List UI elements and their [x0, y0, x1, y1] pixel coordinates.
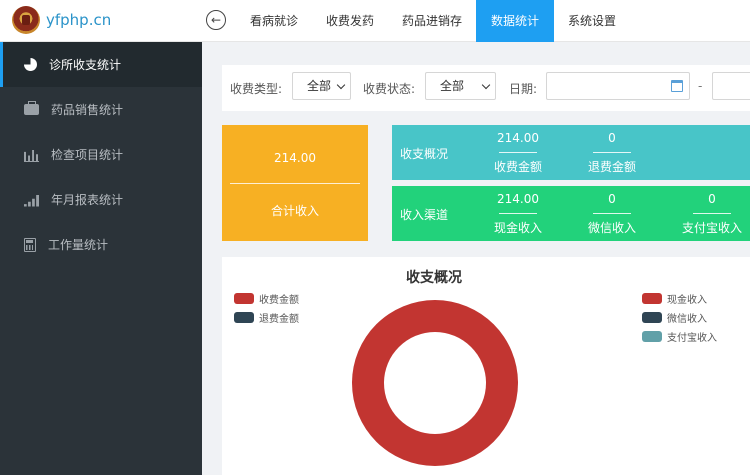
- signal-bars-icon: [24, 193, 39, 207]
- income-channel-row: 收入渠道 214.00 现金收入 0 微信收入 0 支付宝收入: [392, 186, 750, 241]
- sidebar-item-workload[interactable]: 工作量统计: [0, 222, 202, 267]
- filter-bar: 收费类型: 全部 收费状态: 全部 日期: -: [222, 65, 750, 111]
- calculator-icon: [24, 237, 36, 252]
- total-income-label: 合计收入: [270, 204, 319, 218]
- chevron-down-icon: [336, 80, 346, 90]
- divider: [693, 213, 731, 214]
- sidebar-item-label: 年月报表统计: [51, 193, 124, 207]
- clinic-logo-icon: [12, 6, 40, 34]
- fee-status-label: 收费状态:: [363, 82, 416, 96]
- legend-item-wechat[interactable]: 微信收入: [642, 311, 717, 325]
- legend-item-refund[interactable]: 退费金额: [234, 311, 299, 325]
- sidebar-item-exam-items[interactable]: 检查项目统计: [0, 132, 202, 177]
- chart-title: 收支概况: [406, 270, 462, 286]
- cash-income-value: 214.00: [497, 192, 539, 206]
- sidebar-item-label: 诊所收支统计: [49, 58, 122, 72]
- divider: [499, 152, 537, 153]
- legend-label: 微信收入: [667, 313, 707, 325]
- fee-type-select[interactable]: 全部: [292, 72, 351, 100]
- brand-name[interactable]: yfphp.cn: [46, 11, 111, 29]
- calendar-icon[interactable]: [671, 80, 683, 92]
- chevron-down-icon: [481, 80, 491, 90]
- fee-status-value: 全部: [440, 79, 465, 93]
- legend-label: 收费金额: [259, 294, 299, 306]
- chart-legend-right: 现金收入 微信收入 支付宝收入: [642, 292, 717, 349]
- chart-legend-left: 收费金额 退费金额: [234, 292, 299, 330]
- wechat-income-value: 0: [608, 192, 616, 206]
- nav-item-charge-dispense[interactable]: 收费发药: [312, 0, 388, 42]
- sidebar-item-monthly-report[interactable]: 年月报表统计: [0, 177, 202, 222]
- nav-item-system-settings[interactable]: 系统设置: [554, 0, 630, 42]
- legend-swatch: [642, 292, 662, 304]
- income-overview-row: 收支概况 214.00 收费金额 0 退费金额: [392, 125, 750, 180]
- legend-swatch: [642, 330, 662, 342]
- alipay-income-cell: 0 支付宝收入: [667, 186, 750, 241]
- legend-swatch: [642, 311, 662, 323]
- top-nav: 看病就诊 收费发药 药品进销存 数据统计 系统设置: [236, 0, 630, 42]
- total-income-value: 214.00: [274, 151, 316, 165]
- divider: [593, 152, 631, 153]
- alipay-income-value: 0: [708, 192, 716, 206]
- legend-label: 现金收入: [667, 294, 707, 306]
- fee-type-value: 全部: [307, 79, 332, 93]
- legend-label: 支付宝收入: [667, 332, 717, 344]
- nav-item-statistics[interactable]: 数据统计: [476, 0, 555, 42]
- charge-amount-label: 收费金额: [493, 160, 542, 174]
- legend-swatch: [234, 292, 254, 304]
- divider: [499, 213, 537, 214]
- sidebar-item-clinic-income[interactable]: 诊所收支统计: [0, 42, 202, 87]
- end-date-input[interactable]: [712, 72, 750, 100]
- donut-slice-charge-amount[interactable]: [352, 300, 518, 466]
- date-label: 日期:: [509, 82, 538, 96]
- arrow-left-icon: ←: [210, 13, 222, 27]
- bar-chart-icon: [24, 148, 39, 162]
- sidebar-item-label: 工作量统计: [48, 238, 109, 252]
- charge-amount-value: 214.00: [497, 131, 539, 145]
- refund-amount-value: 0: [608, 131, 616, 145]
- refund-amount-cell: 0 退费金额: [567, 125, 657, 180]
- fee-status-select[interactable]: 全部: [425, 72, 496, 100]
- charge-amount-cell: 214.00 收费金额: [473, 125, 563, 180]
- legend-label: 退费金额: [259, 313, 299, 325]
- income-channel-title: 收入渠道: [400, 208, 449, 222]
- cash-income-label: 现金收入: [493, 221, 542, 235]
- divider: [593, 213, 631, 214]
- sidebar: 诊所收支统计 药品销售统计 检查项目统计 年月报表统计 工作量统计: [0, 42, 202, 475]
- sidebar-item-label: 药品销售统计: [51, 103, 124, 117]
- nav-item-consultation[interactable]: 看病就诊: [236, 0, 312, 42]
- nav-item-drug-inventory[interactable]: 药品进销存: [388, 0, 476, 42]
- refund-amount-label: 退费金额: [587, 160, 636, 174]
- alipay-income-label: 支付宝收入: [681, 221, 742, 235]
- legend-swatch: [234, 311, 254, 323]
- top-header: yfphp.cn ← 看病就诊 收费发药 药品进销存 数据统计 系统设置: [0, 0, 750, 42]
- pie-chart-icon: [24, 58, 37, 71]
- cash-income-cell: 214.00 现金收入: [473, 186, 563, 241]
- sidebar-item-label: 检查项目统计: [51, 148, 124, 162]
- legend-item-alipay[interactable]: 支付宝收入: [642, 330, 717, 344]
- sidebar-item-drug-sales[interactable]: 药品销售统计: [0, 87, 202, 132]
- total-income-card: 214.00 合计收入: [222, 125, 368, 241]
- back-button[interactable]: ←: [206, 10, 226, 30]
- briefcase-icon: [24, 101, 39, 115]
- legend-item-cash[interactable]: 现金收入: [642, 292, 717, 306]
- legend-item-charge[interactable]: 收费金额: [234, 292, 299, 306]
- date-separator: -: [698, 79, 703, 93]
- income-overview-title: 收支概况: [400, 147, 449, 161]
- wechat-income-label: 微信收入: [587, 221, 636, 235]
- fee-type-label: 收费类型:: [230, 82, 283, 96]
- start-date-input[interactable]: [546, 72, 690, 100]
- income-chart-panel: 收支概况 收费金额 退费金额 现金收入 微信收入 支付宝收入: [222, 257, 750, 475]
- wechat-income-cell: 0 微信收入: [567, 186, 657, 241]
- divider: [230, 183, 360, 184]
